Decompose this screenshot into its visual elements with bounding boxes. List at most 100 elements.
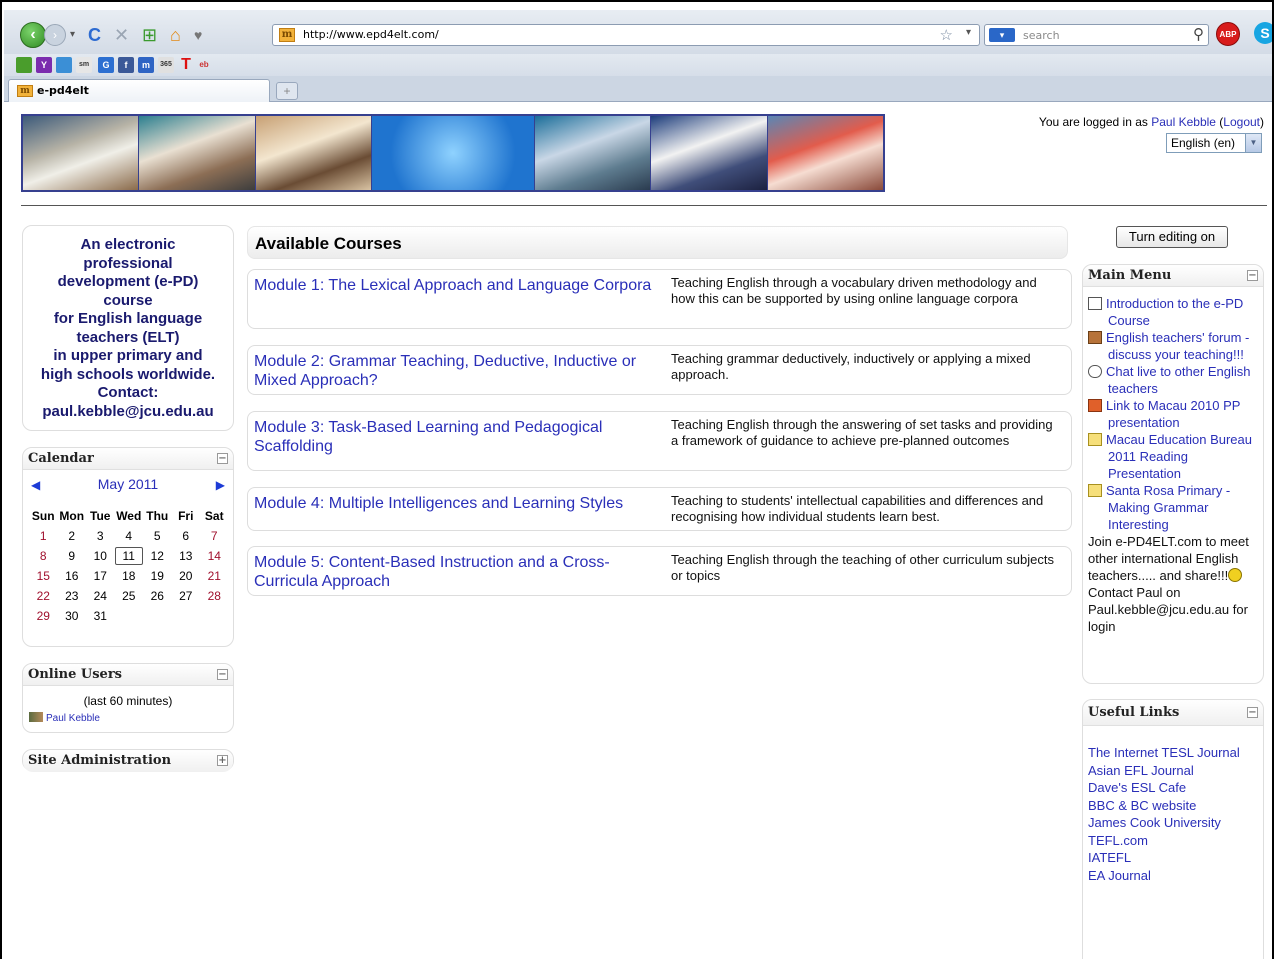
course-link[interactable]: Module 1: The Lexical Approach and Langu… xyxy=(254,276,654,295)
useful-link[interactable]: Dave's ESL Cafe xyxy=(1088,779,1240,797)
address-bar[interactable]: m http://www.epd4elt.com/ ☆ ▾ xyxy=(272,24,980,46)
calendar-day: 8 xyxy=(39,549,47,563)
chat-icon xyxy=(1088,365,1102,378)
new-tab-button[interactable]: + xyxy=(276,82,298,100)
course-link[interactable]: Module 5: Content-Based Instruction and … xyxy=(254,553,654,591)
menu-item-label: Introduction to the e-PD Course xyxy=(1106,296,1244,328)
useful-links-title-text: Useful Links xyxy=(1088,705,1180,720)
course-summary: Teaching English through the answering o… xyxy=(671,417,1053,448)
useful-link[interactable]: BBC & BC website xyxy=(1088,797,1240,815)
site-administration-block: Site Administration + xyxy=(22,749,234,772)
web-tools-icon[interactable]: ♥ xyxy=(194,24,202,46)
skype-icon[interactable]: S xyxy=(1254,22,1272,44)
bookmark-icon-1[interactable] xyxy=(16,57,32,73)
calendar-day: 6 xyxy=(182,529,190,543)
course-item: Module 5: Content-Based Instruction and … xyxy=(247,546,1072,596)
menu-item-chat[interactable]: Chat live to other English teachers xyxy=(1088,363,1262,397)
useful-link[interactable]: James Cook University xyxy=(1088,814,1240,832)
language-value: English (en) xyxy=(1171,136,1236,150)
menu-item-santa-rosa[interactable]: Santa Rosa Primary - Making Grammar Inte… xyxy=(1088,482,1262,533)
calendar-day: 18 xyxy=(122,569,136,583)
stop-icon[interactable]: ✕ xyxy=(114,24,129,46)
site-administration-title[interactable]: Site Administration + xyxy=(23,750,233,772)
user-profile-link[interactable]: Paul Kebble xyxy=(1151,115,1216,129)
calendar-week: 22 23 24 25 26 27 28 xyxy=(29,586,229,606)
calendar-title-text: Calendar xyxy=(28,451,94,466)
bookmark-star-icon[interactable]: ☆ xyxy=(940,26,953,44)
turn-editing-on-button[interactable]: Turn editing on xyxy=(1116,226,1228,248)
useful-link[interactable]: IATEFL xyxy=(1088,849,1240,867)
powerpoint-icon xyxy=(1088,399,1102,412)
browser-window: ‹ › ▾ C ✕ ⊞ ⌂ ♥ m http://www.epd4elt.com… xyxy=(0,0,1274,959)
bookmark-icon-7[interactable]: m xyxy=(138,57,154,73)
menu-note-contact: Contact Paul on Paul.kebble@jcu.edu.au f… xyxy=(1088,585,1248,634)
useful-link[interactable]: The Internet TESL Journal xyxy=(1088,744,1240,762)
navigation-toolbar: ‹ › ▾ C ✕ ⊞ ⌂ ♥ m http://www.epd4elt.com… xyxy=(4,10,1272,54)
add-page-icon[interactable]: ⊞ xyxy=(142,24,157,46)
course-item: Module 2: Grammar Teaching, Deductive, I… xyxy=(247,345,1072,395)
collapse-icon[interactable]: − xyxy=(217,669,228,680)
course-summary: Teaching English through the teaching of… xyxy=(671,552,1054,583)
menu-item-forum[interactable]: English teachers' forum - discuss your t… xyxy=(1088,329,1262,363)
useful-link[interactable]: EA Journal xyxy=(1088,867,1240,885)
collapse-icon[interactable]: − xyxy=(1247,270,1258,281)
useful-link[interactable]: Asian EFL Journal xyxy=(1088,762,1240,780)
next-month-icon[interactable]: ▶ xyxy=(216,478,225,492)
search-placeholder: search xyxy=(1023,29,1060,42)
menu-item-label: Chat live to other English teachers xyxy=(1106,364,1251,396)
calendar-month-link[interactable]: May 2011 xyxy=(23,476,233,492)
language-select[interactable]: English (en) ▼ xyxy=(1166,133,1262,153)
forward-button[interactable]: › xyxy=(44,24,66,46)
useful-links-title: Useful Links − xyxy=(1083,700,1263,726)
course-link[interactable]: Module 4: Multiple Intelligences and Lea… xyxy=(254,494,654,513)
calendar-day: 22 xyxy=(36,589,50,603)
home-icon[interactable]: ⌂ xyxy=(170,24,181,46)
intro-line: in upper primary and xyxy=(53,347,203,364)
url-dropdown-icon[interactable]: ▾ xyxy=(966,27,971,38)
intro-block: An electronic professional development (… xyxy=(22,225,234,431)
ebay-bookmark-icon[interactable]: eb xyxy=(196,57,212,73)
intro-contact-email: paul.kebble@jcu.edu.au xyxy=(42,402,214,420)
search-box[interactable]: ▾ search ⚲ xyxy=(984,24,1209,46)
bookmark-icon-4[interactable]: sm xyxy=(76,57,92,73)
calendar-week: 1 2 3 4 5 6 7 xyxy=(29,526,229,546)
online-user-link[interactable]: Paul Kebble xyxy=(29,712,100,724)
expand-icon[interactable]: + xyxy=(217,755,228,766)
useful-link[interactable]: TEFL.com xyxy=(1088,832,1240,850)
calendar-day: 5 xyxy=(153,529,161,543)
site-banner[interactable] xyxy=(21,114,885,192)
calendar-day: 10 xyxy=(93,549,107,563)
course-item: Module 1: The Lexical Approach and Langu… xyxy=(247,269,1072,329)
intro-line: course xyxy=(103,291,153,309)
online-users-title-text: Online Users xyxy=(28,667,122,682)
bookmark-icon-5[interactable]: G xyxy=(98,57,114,73)
search-magnifier-icon[interactable]: ⚲ xyxy=(1193,25,1204,43)
tab-favicon-icon: m xyxy=(17,85,33,97)
facebook-bookmark-icon[interactable]: f xyxy=(118,57,134,73)
bookmark-icon-9[interactable]: T xyxy=(178,57,194,73)
reload-icon[interactable]: C xyxy=(88,24,101,46)
calendar-week: 29 30 31 xyxy=(29,606,229,626)
logout-link[interactable]: Logout xyxy=(1223,115,1260,129)
calendar-day: 23 xyxy=(65,589,79,603)
adblock-icon[interactable]: ABP xyxy=(1216,22,1240,46)
menu-item-macau-2010[interactable]: Link to Macau 2010 PP presentation xyxy=(1088,397,1262,431)
banner-photo-5 xyxy=(534,116,652,190)
calendar-title: Calendar − xyxy=(23,448,233,470)
smiley-icon xyxy=(1228,568,1243,582)
course-link[interactable]: Module 3: Task-Based Learning and Pedago… xyxy=(254,418,654,456)
course-link[interactable]: Module 2: Grammar Teaching, Deductive, I… xyxy=(254,352,654,390)
menu-item-macau-2011[interactable]: Macau Education Bureau 2011 Reading Pres… xyxy=(1088,431,1262,482)
tab-title: e-pd4elt xyxy=(37,84,89,97)
bookmark-icon-8[interactable]: 365 xyxy=(158,57,174,73)
yahoo-bookmark-icon[interactable]: Y xyxy=(36,57,52,73)
back-button[interactable]: ‹ xyxy=(20,22,46,48)
course-item: Module 3: Task-Based Learning and Pedago… xyxy=(247,411,1072,471)
search-engine-icon[interactable]: ▾ xyxy=(989,28,1015,42)
history-dropdown-icon[interactable]: ▾ xyxy=(70,24,75,46)
menu-item-introduction[interactable]: Introduction to the e-PD Course xyxy=(1088,295,1262,329)
collapse-icon[interactable]: − xyxy=(1247,707,1258,718)
collapse-icon[interactable]: − xyxy=(217,453,228,464)
bookmark-icon-3[interactable] xyxy=(56,57,72,73)
tab-e-pd4elt[interactable]: m e-pd4elt xyxy=(8,79,270,102)
